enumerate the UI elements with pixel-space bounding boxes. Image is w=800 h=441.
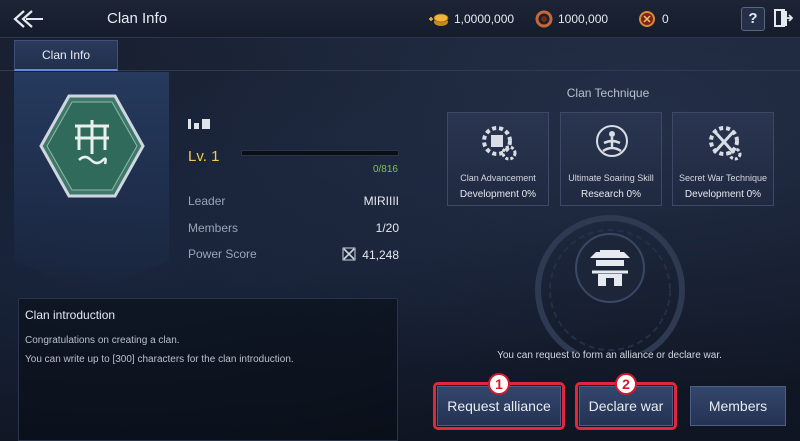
gold-amount: 1,0000,000 <box>454 12 515 26</box>
back-arrow-icon <box>13 10 43 28</box>
window-title: Clan Info <box>107 10 168 27</box>
help-button[interactable]: ? <box>741 7 765 31</box>
tab-clan-info[interactable]: Clan Info <box>14 40 118 71</box>
technique-status: Development 0% <box>684 189 762 200</box>
back-button[interactable] <box>12 8 46 30</box>
power-score-value: 41,248 <box>362 248 399 262</box>
info-row-members: Members 1/20 <box>188 221 399 235</box>
technique-status: Research 0% <box>580 189 642 200</box>
technique-title: Clan Technique <box>566 86 650 100</box>
alliance-hint-text: You can request to form an alliance or d… <box>497 350 722 361</box>
technique-name: Clan Advancement <box>460 173 536 183</box>
info-row-leader: Leader MIRIIII <box>188 194 399 208</box>
currency-gold[interactable]: 1,0000,000 <box>428 10 514 28</box>
sword-gear-icon <box>709 126 742 161</box>
clan-level: Lv. 1 <box>188 148 220 165</box>
leader-label: Leader <box>188 194 226 208</box>
exit-button[interactable] <box>771 7 795 31</box>
technique-status: Development 0% <box>459 189 537 200</box>
tab-bar: Clan Info <box>0 38 800 71</box>
currency-bronze[interactable]: 1000,000 <box>532 10 608 28</box>
intro-line: Congratulations on creating a clan. <box>25 335 180 346</box>
step-marker: 2 <box>615 373 637 395</box>
pagoda-emblem-icon <box>535 215 685 352</box>
power-score-label: Power Score <box>188 247 257 261</box>
members-value: 1/20 <box>375 221 399 235</box>
currency-gem[interactable]: 0 <box>636 10 669 28</box>
top-bar: Clan Info 1,0000,000 1000,000 0 ? <box>0 0 800 38</box>
step-marker: 1 <box>488 373 510 395</box>
leader-value: MIRIIII <box>363 194 399 208</box>
clan-emblem-icon <box>39 94 145 198</box>
technique-secret-war-technique[interactable]: Secret War Technique Development 0% <box>672 112 774 206</box>
members-label: Members <box>188 221 239 235</box>
scroll-gear-icon <box>482 126 517 161</box>
gem-amount: 0 <box>662 12 669 26</box>
technique-name: Ultimate Soaring Skill <box>568 173 654 183</box>
technique-ultimate-soaring-skill[interactable]: Ultimate Soaring Skill Research 0% <box>560 112 662 206</box>
power-score-value-wrap: 41,248 <box>342 247 399 262</box>
intro-line: You can write up to [300] characters for… <box>25 354 294 365</box>
exit-door-icon <box>774 9 794 27</box>
info-row-power-score: Power Score 41,248 <box>188 247 399 262</box>
members-button[interactable]: Members <box>690 386 786 426</box>
bronze-ring-icon <box>532 10 553 28</box>
red-gem-icon <box>636 10 656 28</box>
technique-name: Secret War Technique <box>678 173 768 183</box>
bronze-amount: 1000,000 <box>558 12 609 26</box>
meditation-icon <box>596 125 628 157</box>
exp-text: 0/816 <box>372 164 398 175</box>
clan-introduction-box[interactable]: Clan introduction Congratulations on cre… <box>18 298 398 441</box>
exp-bar <box>241 150 399 156</box>
power-score-icon <box>342 247 356 261</box>
clan-name <box>188 118 210 130</box>
gold-coins-icon <box>428 10 449 28</box>
technique-clan-advancement[interactable]: Clan Advancement Development 0% <box>447 112 549 206</box>
intro-title: Clan introduction <box>25 308 116 322</box>
